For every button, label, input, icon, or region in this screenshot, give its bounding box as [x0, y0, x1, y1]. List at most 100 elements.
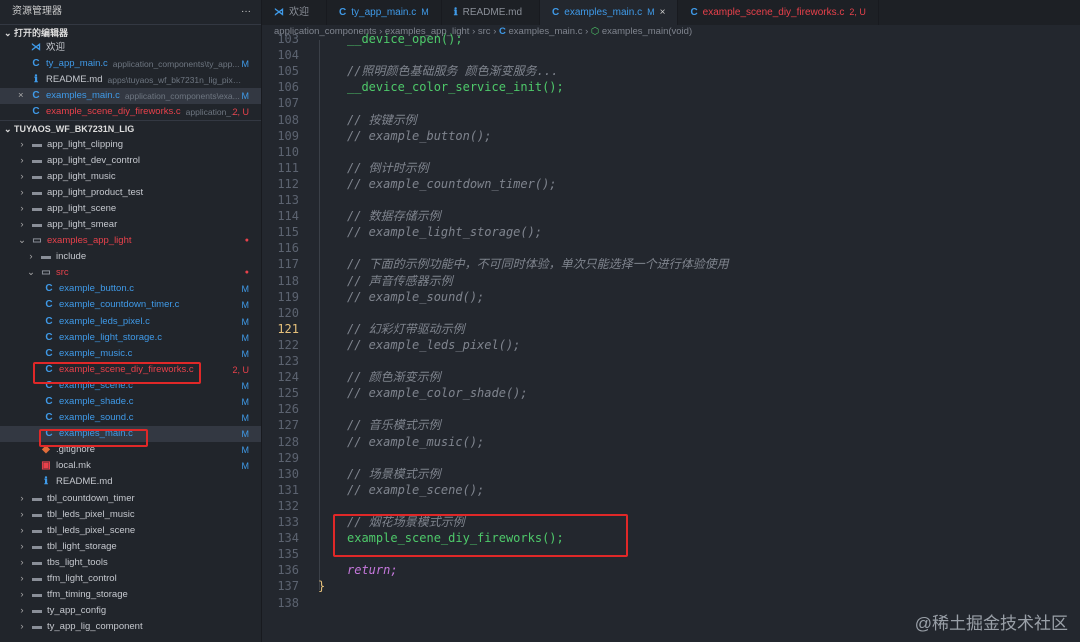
code-text: } [318, 579, 326, 594]
vscode-icon: ⋊ [274, 7, 284, 18]
tab-label: README.md [462, 7, 523, 18]
tree-item[interactable]: ⌄ ▭ examples_app_light ● [0, 233, 261, 249]
c-file-icon: C [690, 7, 698, 18]
line-number: 122 [277, 337, 299, 352]
chevron-right-icon: › [20, 621, 24, 633]
open-editor-item[interactable]: ⋊ 欢迎 [0, 40, 261, 56]
tree-item[interactable]: › ▬ ty_app_config [0, 603, 261, 619]
open-editors-section[interactable]: ⌄ 打开的编辑器 [0, 24, 261, 40]
line-number: 134 [277, 531, 299, 546]
line-number: 119 [277, 289, 299, 304]
git-status-badge: M [241, 300, 250, 311]
explorer-header: 资源管理器 ··· [0, 0, 261, 24]
tree-item[interactable]: Cexample_sound.c M [0, 410, 261, 426]
tree-item[interactable]: ⌄ ▭ src ● [0, 265, 261, 281]
more-actions-button[interactable]: ··· [241, 0, 251, 24]
c-file-icon: C [45, 347, 53, 359]
chevron-right-icon: › [20, 556, 24, 568]
tree-item[interactable]: › ▬ tfm_timing_storage [0, 587, 261, 603]
tree-item[interactable]: Cexample_countdown_timer.c M [0, 297, 261, 313]
folder-icon: ▬ [32, 573, 42, 585]
highlight-box-fireworks-call [333, 514, 628, 557]
tree-item[interactable]: › ▬ tbl_light_storage [0, 539, 261, 555]
close-tab-icon[interactable]: × [660, 0, 666, 25]
tree-item[interactable]: › ▬ tbl_countdown_timer [0, 491, 261, 507]
git-status-badge: 2, U [232, 107, 249, 118]
folder-icon: ▬ [32, 170, 42, 182]
file-name: app_light_product_test [47, 186, 144, 198]
tab-examples_main-c[interactable]: Cexamples_main.c M × [540, 0, 679, 25]
open-editor-item[interactable]: ℹ README.md apps\tuyaos_wf_bk7231n_lig_pix… [0, 72, 261, 88]
workspace-section[interactable]: ⌄ TUYAOS_WF_BK7231N_LIG [0, 120, 261, 136]
tree-item[interactable]: › ▬ tbl_leds_pixel_music [0, 507, 261, 523]
c-file-icon: C [45, 331, 53, 343]
code-text: // 下面的示例功能中，不可同时体验，单次只能选择一个进行体验使用 [347, 257, 729, 272]
close-icon[interactable]: × [18, 88, 30, 104]
git-status-badge: M [241, 380, 250, 391]
code-text: // 音乐模式示例 [347, 418, 441, 433]
tree-item[interactable]: › ▬ app_light_music [0, 169, 261, 185]
file-name: app_light_clipping [47, 138, 124, 150]
open-editor-item[interactable]: Cexample_scene_diy_fireworks.c applicatio… [0, 104, 261, 120]
c-file-icon: C [32, 58, 40, 70]
git-status-badge: M [241, 413, 250, 424]
git-status-badge: M [241, 316, 250, 327]
tree-item[interactable]: › ▬ ty_app_lig_component [0, 619, 261, 635]
tree-item[interactable]: › ▬ tbl_leds_pixel_scene [0, 523, 261, 539]
code-line: 111 // 倒计时示例 [262, 160, 428, 176]
line-number: 121 [277, 321, 299, 336]
code-line: 110 [262, 144, 299, 160]
code-text: //照明颜色基础服务 颜色渐变服务... [347, 64, 559, 79]
code-line: 104 [262, 47, 299, 63]
file-name: example_music.c [59, 347, 133, 359]
line-number: 111 [277, 160, 299, 175]
file-path: application_... [185, 107, 239, 118]
tree-item[interactable]: Cexample_button.c M [0, 281, 261, 297]
code-line: 128 // example_music(); [262, 434, 484, 450]
line-number: 133 [277, 515, 299, 529]
open-editor-item[interactable]: × Cexamples_main.c application_components\… [0, 88, 261, 105]
tab-example_scene_diy_fireworks-c[interactable]: Cexample_scene_diy_fireworks.c 2, U [678, 0, 879, 25]
file-name: examples_app_light [47, 235, 132, 247]
tree-item[interactable]: › ▬ tfm_light_control [0, 571, 261, 587]
code-line: 116 [262, 240, 299, 256]
tree-item[interactable]: ▣ local.mk M [0, 458, 261, 474]
code-text: return; [347, 563, 398, 578]
code-line: 138 [262, 595, 299, 611]
tab-label: examples_main.c [564, 7, 643, 18]
highlight-box-examples-main-file [39, 429, 148, 447]
code-text: // 倒计时示例 [347, 160, 429, 175]
file-name: local.mk [56, 460, 91, 472]
tree-item[interactable]: › ▬ tbs_light_tools [0, 555, 261, 571]
file-name: 欢迎 [46, 42, 66, 54]
tree-item[interactable]: › ▬ app_light_scene [0, 201, 261, 217]
file-name: tfm_light_control [47, 573, 117, 585]
tab--[interactable]: ⋊ 欢迎 [262, 0, 327, 25]
tree-item[interactable]: Cexample_music.c M [0, 346, 261, 362]
code-line: 134 example_scene_diy_fireworks(); [262, 530, 563, 546]
tree-item[interactable]: ℹ README.md [0, 474, 261, 490]
tree-item[interactable]: Cexample_leds_pixel.c M [0, 314, 261, 330]
tree-item[interactable]: › ▬ app_light_product_test [0, 185, 261, 201]
git-status-badge: ● [244, 269, 249, 277]
line-number: 104 [277, 48, 299, 63]
code-line: 105 //照明颜色基础服务 颜色渐变服务... [262, 63, 558, 79]
tree-item[interactable]: › ▬ app_light_smear [0, 217, 261, 233]
line-number: 112 [277, 176, 299, 191]
tree-item[interactable]: › ▬ app_light_clipping [0, 136, 261, 152]
folder-icon: ▬ [32, 202, 42, 214]
tab-ty_app_main-c[interactable]: Cty_app_main.c M [327, 0, 442, 25]
chevron-right-icon: › [20, 573, 24, 585]
code-line: 124 // 颜色渐变示例 [262, 369, 440, 385]
tree-item[interactable]: › ▬ app_light_dev_control [0, 153, 261, 169]
tree-item[interactable]: Cexample_shade.c M [0, 394, 261, 410]
code-line: 131 // example_scene(); [262, 482, 484, 498]
tab-README-md[interactable]: ℹ README.md [442, 0, 541, 25]
file-name: app_light_smear [47, 218, 118, 230]
tree-item[interactable]: › ▬ include [0, 249, 261, 265]
code-line: 103 __device_open(); [262, 32, 462, 47]
open-editor-item[interactable]: Cty_app_main.c application_components\ty_… [0, 56, 261, 72]
code-text: // example_sound(); [347, 289, 485, 304]
tree-item[interactable]: Cexample_light_storage.c M [0, 330, 261, 346]
c-file-icon: C [45, 412, 53, 424]
